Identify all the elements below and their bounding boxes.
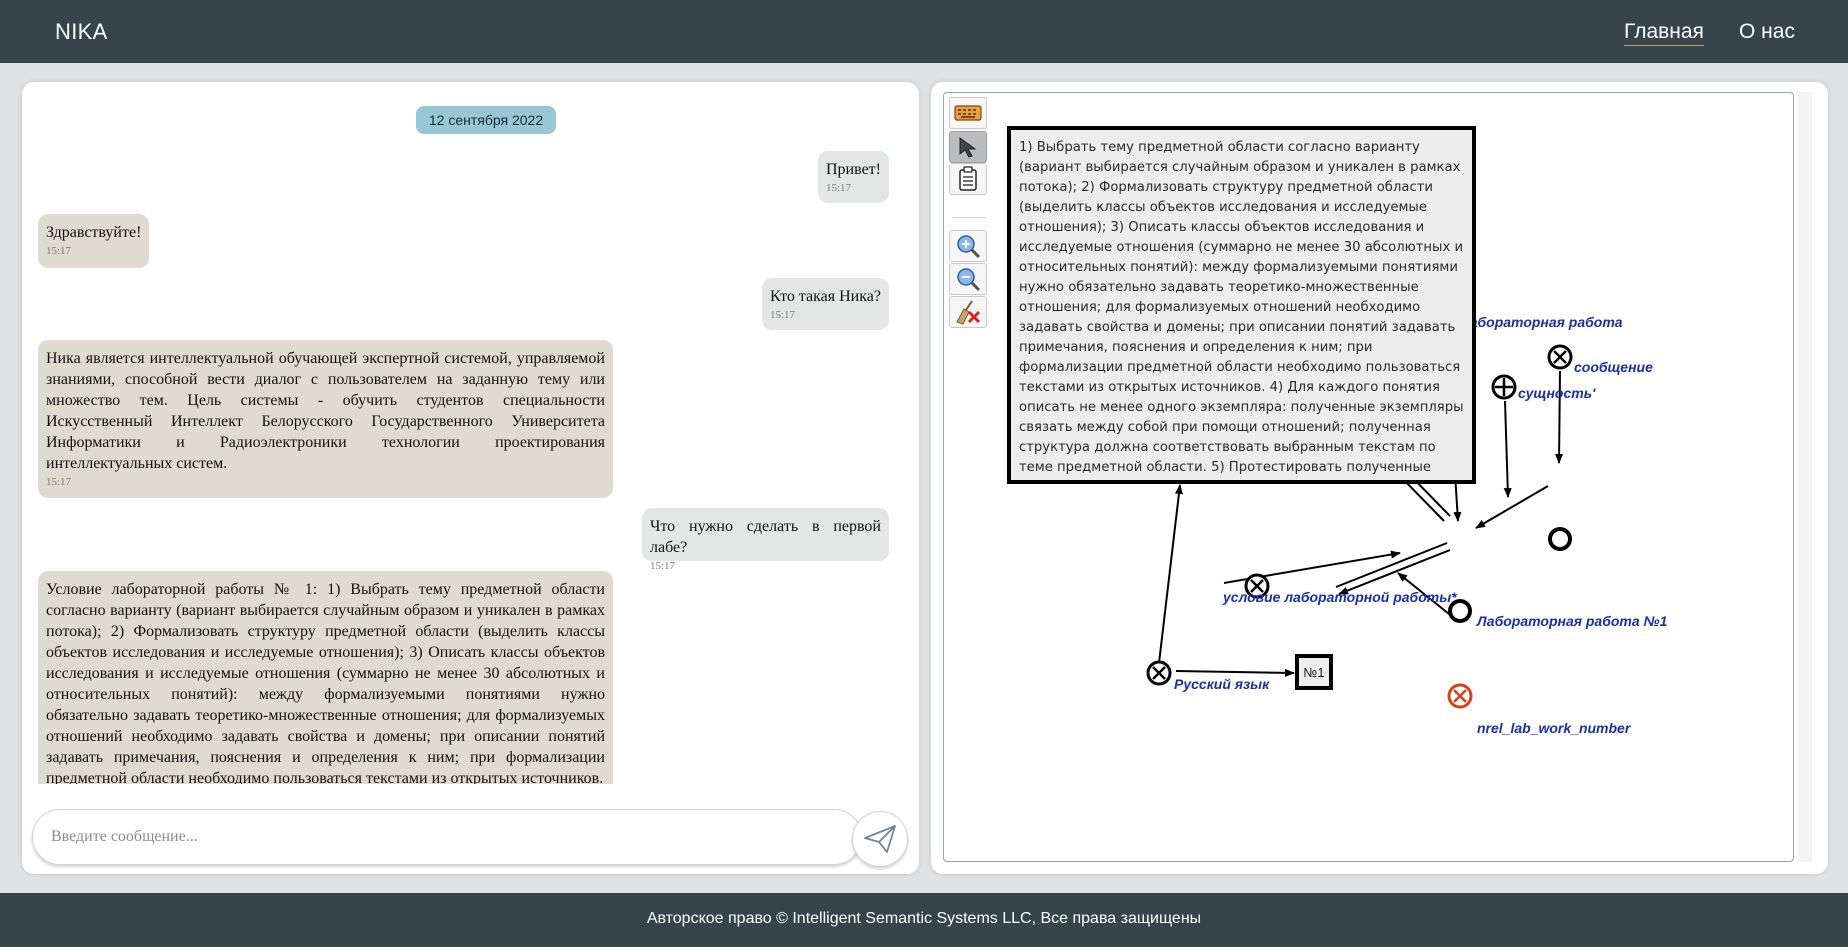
content-node-text: 1) Выбрать тему предметной области согла… bbox=[1019, 140, 1464, 475]
message-text: Кто такая Ника? bbox=[770, 288, 881, 305]
send-button[interactable] bbox=[852, 811, 908, 867]
label-lab-work-1: Лабораторная работа №1 bbox=[1476, 613, 1668, 629]
message-time: 15:17 bbox=[650, 560, 676, 572]
arc-labwork1-to-number-a[interactable] bbox=[1335, 542, 1448, 588]
message-text: Что нужно сделать в первой лабе? bbox=[650, 518, 881, 556]
node-number-label: №1 bbox=[1303, 665, 1324, 680]
date-separator: 12 сентября 2022 bbox=[416, 106, 556, 134]
message-text: Здравствуйте! bbox=[46, 224, 142, 241]
top-navbar: NIKA Главная О нас bbox=[0, 0, 1848, 63]
message-bot: Здравствуйте! 15:17 bbox=[38, 214, 149, 268]
message-user: Что нужно сделать в первой лабе? 15:17 bbox=[642, 508, 889, 572]
message-input-wrapper bbox=[32, 809, 862, 865]
message-time: 15:17 bbox=[46, 245, 72, 257]
message-bot: Условие лабораторной работы № 1: 1) Выбр… bbox=[38, 571, 613, 784]
label-lab-condition: условие лабораторной работы* bbox=[1222, 589, 1457, 605]
arc-labwork1-to-number-b[interactable] bbox=[1338, 549, 1451, 595]
arc-entity[interactable] bbox=[1503, 400, 1512, 498]
node-russian[interactable] bbox=[1146, 660, 1172, 686]
content-node[interactable]: 1) Выбрать тему предметной области согла… bbox=[1007, 126, 1476, 484]
graph-panel: №1 лабораторная работа сообщение сущност… bbox=[931, 82, 1828, 874]
label-lab-work: лабораторная работа bbox=[1460, 314, 1623, 330]
label-russian: Русский язык bbox=[1174, 676, 1270, 692]
message-user: Привет! 15:17 bbox=[818, 151, 889, 203]
footer: Авторское право © Intelligent Semantic S… bbox=[0, 893, 1848, 947]
scg-editor-canvas[interactable]: №1 лабораторная работа сообщение сущност… bbox=[943, 92, 1794, 862]
node-message-class[interactable] bbox=[1547, 344, 1573, 370]
message-text: Ника является интеллектуальной обучающей… bbox=[46, 350, 605, 472]
brand-logo[interactable]: NIKA bbox=[55, 19, 108, 45]
message-bot: Ника является интеллектуальной обучающей… bbox=[38, 340, 613, 498]
arc-message-node-to-labwork1[interactable] bbox=[1475, 485, 1549, 529]
message-time: 15:17 bbox=[770, 309, 796, 321]
message-time: 15:17 bbox=[826, 182, 852, 194]
message-time: 15:17 bbox=[46, 476, 72, 488]
message-text: Условие лабораторной работы № 1: 1) Выбр… bbox=[46, 581, 605, 784]
label-nrel: nrel_lab_work_number bbox=[1477, 720, 1632, 736]
label-entity: сущность' bbox=[1518, 385, 1596, 401]
message-user: Кто такая Ника? 15:17 bbox=[762, 278, 889, 330]
arc-russian-to-number[interactable] bbox=[1175, 668, 1295, 677]
node-nrel-lab-work-number[interactable] bbox=[1447, 683, 1473, 709]
send-icon bbox=[864, 825, 896, 853]
chat-history[interactable]: 12 сентября 2022 Привет! 15:17 Здравству… bbox=[22, 82, 919, 784]
nav-link-home[interactable]: Главная bbox=[1624, 20, 1704, 46]
label-message: сообщение bbox=[1574, 359, 1653, 375]
chat-panel: 12 сентября 2022 Привет! 15:17 Здравству… bbox=[22, 82, 919, 874]
message-text: Привет! bbox=[826, 161, 881, 178]
nav-link-about[interactable]: О нас bbox=[1739, 20, 1795, 44]
arc-russian-to-content[interactable] bbox=[1158, 484, 1183, 664]
node-entity-class[interactable] bbox=[1491, 374, 1517, 400]
graph-scrollbar[interactable] bbox=[1798, 92, 1812, 862]
copyright-text: Авторское право © Intelligent Semantic S… bbox=[646, 910, 1202, 927]
node-message-instance[interactable] bbox=[1548, 527, 1572, 551]
message-input[interactable] bbox=[51, 810, 841, 864]
